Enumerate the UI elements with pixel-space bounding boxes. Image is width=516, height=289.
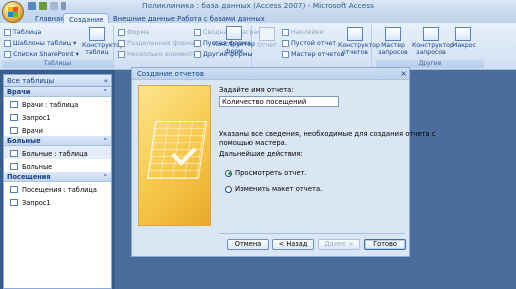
table-constructor-button[interactable]: Конструктор таблиц [82,27,124,56]
group-label-tables: Таблицы [2,60,113,68]
navigation-pane: Все таблицы « Врачи ⌃ Врачи : таблица Зап… [3,74,112,289]
table-icon [4,28,11,36]
next-actions-label: Дальнейшие действия: [219,150,303,158]
nav-item-query1-visits[interactable]: Запрос1 [4,195,111,208]
labels-button[interactable]: Наклейки [282,28,324,36]
form-icon [10,163,18,170]
radio-selected-icon [225,169,232,177]
nav-item-patients-table[interactable]: Больные : таблица [4,146,111,159]
form-icon [10,127,18,134]
report-design-icon [347,27,363,41]
wizard-illustration [138,85,211,226]
multiple-items-button[interactable]: Несколько элементов [118,50,201,58]
query-icon [10,199,18,206]
office-logo-icon [8,7,18,17]
finish-button[interactable]: Готово [364,239,406,250]
section-collapse-icon[interactable]: ⌃ [102,88,108,96]
more-forms-icon [194,50,201,58]
form-design-icon [226,26,242,40]
query-icon [10,114,18,121]
blank-report-button[interactable]: Пустой отчет [282,39,336,47]
report-wizard-icon [282,50,289,58]
report-wizard-dialog: Создание отчетов × Задайте имя отчета: К… [131,67,436,257]
group-reports: Отчет Наклейки Пустой отчет Мастер отчет… [254,25,380,68]
report-button[interactable]: Отчет [256,27,278,49]
query-wizard-button[interactable]: Мастер запросов [378,27,408,56]
office-button[interactable] [2,1,24,23]
query-design-icon [423,27,439,41]
query-wizard-icon [385,27,401,41]
title-bar: Поликлиника : база данных (Access 2007) … [0,0,516,12]
report-name-input[interactable]: Количество посещений [219,96,339,107]
section-collapse-icon[interactable]: ⌃ [102,137,108,145]
radio-unselected-icon [225,185,232,193]
form-icon [118,28,125,36]
dialog-divider [219,233,405,234]
macro-button[interactable]: Макрос [452,27,476,49]
form-constructor-button[interactable]: Конструктор форм [212,26,256,55]
nav-item-visits-table[interactable]: Посещения : таблица [4,182,111,195]
table-templates-icon [4,39,11,47]
nav-collapse-icon[interactable]: « [104,77,108,85]
table-icon [10,101,18,108]
query-constructor-button[interactable]: Конструктор запросов [412,27,454,56]
multiple-items-icon [118,50,125,58]
table-button[interactable]: Таблица [4,28,41,36]
section-collapse-icon[interactable]: ⌃ [102,173,108,181]
split-form-button[interactable]: Разделенная форма [118,39,195,47]
group-tables: Таблица Шаблоны таблиц ▾ Списки SharePoin… [2,25,124,68]
nav-item-doctors-form[interactable]: Врачи [4,123,111,136]
nav-item-query1[interactable]: Запрос1 [4,110,111,123]
report-icon [259,27,275,41]
radio-modify-layout[interactable]: Изменить макет отчета. [225,185,322,193]
blank-form-icon [194,39,201,47]
back-button[interactable]: < Назад [272,239,314,250]
table-icon [10,186,18,193]
macro-icon [455,27,471,41]
nav-item-patients-form[interactable]: Больные [4,159,111,172]
info-text-line1: Указаны все сведения, необходимые для со… [219,130,436,138]
dialog-title: Создание отчетов [132,68,409,80]
nav-section-doctors[interactable]: Врачи ⌃ [4,87,111,97]
labels-icon [282,28,289,36]
group-other: Мастер запросов Конструктор запросов Мак… [376,25,516,68]
cancel-button[interactable]: Отмена [227,239,269,250]
report-name-label: Задайте имя отчета: [219,86,294,94]
nav-item-doctors-table[interactable]: Врачи : таблица [4,97,111,110]
pivot-chart-icon [194,28,201,36]
sharepoint-icon [4,50,11,58]
table-design-icon [89,27,105,41]
split-form-icon [118,39,125,47]
blank-report-icon [282,39,289,47]
nav-header[interactable]: Все таблицы « [4,75,111,87]
next-button[interactable]: Далее > [318,239,360,250]
table-templates-button[interactable]: Шаблоны таблиц ▾ [4,39,76,47]
info-text-line2: помощью мастера. [219,139,287,147]
ribbon: Таблица Шаблоны таблиц ▾ Списки SharePoin… [0,23,516,70]
nav-section-patients[interactable]: Больные ⌃ [4,136,111,146]
report-wizard-button[interactable]: Мастер отчетов [282,50,344,58]
report-constructor-button[interactable]: Конструктор отчетов [338,27,380,56]
radio-preview-report[interactable]: Просмотреть отчет. [225,169,307,177]
nav-section-visits[interactable]: Посещения ⌃ [4,172,111,182]
window-title: Поликлиника : база данных (Access 2007) … [141,1,375,10]
sharepoint-lists-button[interactable]: Списки SharePoint ▾ [4,50,79,58]
table-icon [10,150,18,157]
form-button[interactable]: Форма [118,28,149,36]
close-icon[interactable]: × [400,69,407,78]
